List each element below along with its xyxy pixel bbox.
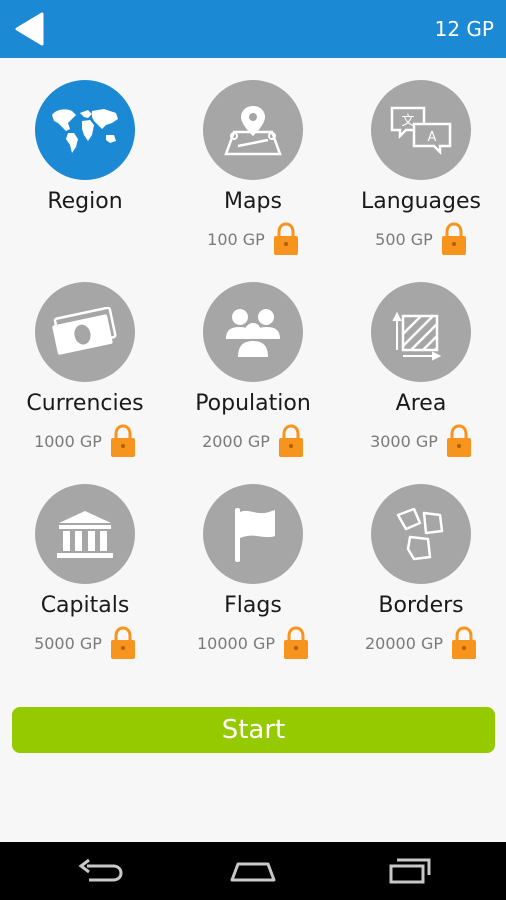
people-icon (226, 309, 280, 357)
category-capitals-circle (35, 484, 135, 584)
price-row: 3000 GP (370, 424, 472, 458)
lock-icon (278, 424, 303, 457)
top-bar: 12 GP (0, 0, 506, 58)
category-currencies[interactable]: Currencies 1000 GP (1, 260, 169, 460)
category-flags-circle (203, 484, 303, 584)
lock-icon (446, 424, 471, 457)
category-borders[interactable]: Borders 20000 GP (337, 462, 505, 662)
nav-home-button[interactable] (223, 856, 283, 886)
category-languages-circle: 文 A (371, 80, 471, 180)
back-arrow-icon (15, 12, 44, 46)
category-label: Maps (224, 189, 282, 214)
lock-icon (110, 626, 135, 659)
category-region[interactable]: Region (1, 58, 169, 258)
nav-back-icon (78, 858, 123, 882)
price-row: 10000 GP (197, 626, 309, 660)
price-row: 500 GP (375, 222, 467, 256)
world-map-icon (52, 109, 118, 153)
category-price: 100 GP (207, 229, 265, 249)
category-capitals[interactable]: Capitals 5000 GP (1, 462, 169, 662)
map-pin-icon (224, 106, 282, 156)
nav-recents-button[interactable] (380, 856, 440, 886)
category-region-circle (35, 80, 135, 180)
back-button[interactable] (10, 10, 48, 48)
category-label: Population (195, 391, 311, 416)
lock-icon (110, 424, 135, 457)
category-maps-circle (203, 80, 303, 180)
svg-text:A: A (428, 130, 437, 145)
capitol-building-icon (57, 511, 113, 558)
nav-recents-icon (389, 858, 431, 884)
category-label: Area (395, 391, 447, 416)
borders-shapes-icon (396, 507, 444, 561)
category-borders-circle (371, 484, 471, 584)
category-area[interactable]: Area 3000 GP (337, 260, 505, 460)
category-label: Flags (224, 593, 282, 618)
category-population-circle (203, 282, 303, 382)
price-row: 1000 GP (34, 424, 136, 458)
banknote-icon (52, 307, 117, 355)
category-languages[interactable]: 文 A Languages 500 GP (337, 58, 505, 258)
svg-text:文: 文 (401, 114, 414, 129)
system-nav-bar (0, 842, 506, 900)
nav-home-icon (230, 862, 276, 882)
category-area-circle (371, 282, 471, 382)
category-price: 5000 GP (34, 633, 102, 653)
category-label: Currencies (26, 391, 144, 416)
category-population[interactable]: Population 2000 GP (169, 260, 337, 460)
category-label: Capitals (40, 593, 130, 618)
category-currencies-circle (35, 282, 135, 382)
category-label: Borders (378, 593, 464, 618)
category-label: Languages (360, 189, 482, 214)
speech-bubbles-icon: 文 A (390, 106, 452, 156)
lock-icon (273, 222, 298, 255)
price-row: 20000 GP (365, 626, 477, 660)
category-maps[interactable]: Maps 100 GP (169, 58, 337, 258)
category-price: 20000 GP (364, 633, 444, 653)
lock-icon (452, 626, 477, 659)
gp-balance: 12 GP (434, 17, 494, 41)
category-price: 1000 GP (34, 431, 102, 451)
price-row: 5000 GP (34, 626, 136, 660)
flag-icon (235, 508, 275, 562)
category-flags[interactable]: Flags 10000 GP (169, 462, 337, 662)
nav-back-button[interactable] (70, 856, 130, 886)
lock-icon (284, 626, 309, 659)
lock-icon (441, 222, 466, 255)
price-row: 100 GP (207, 222, 299, 256)
category-price: 500 GP (375, 229, 433, 249)
area-square-icon (392, 311, 442, 361)
category-price: 2000 GP (202, 431, 270, 451)
start-button[interactable]: Start (12, 707, 495, 753)
category-label: Region (47, 189, 123, 214)
category-price: 10000 GP (196, 633, 276, 653)
category-price: 3000 GP (370, 431, 438, 451)
price-row: 2000 GP (202, 424, 304, 458)
